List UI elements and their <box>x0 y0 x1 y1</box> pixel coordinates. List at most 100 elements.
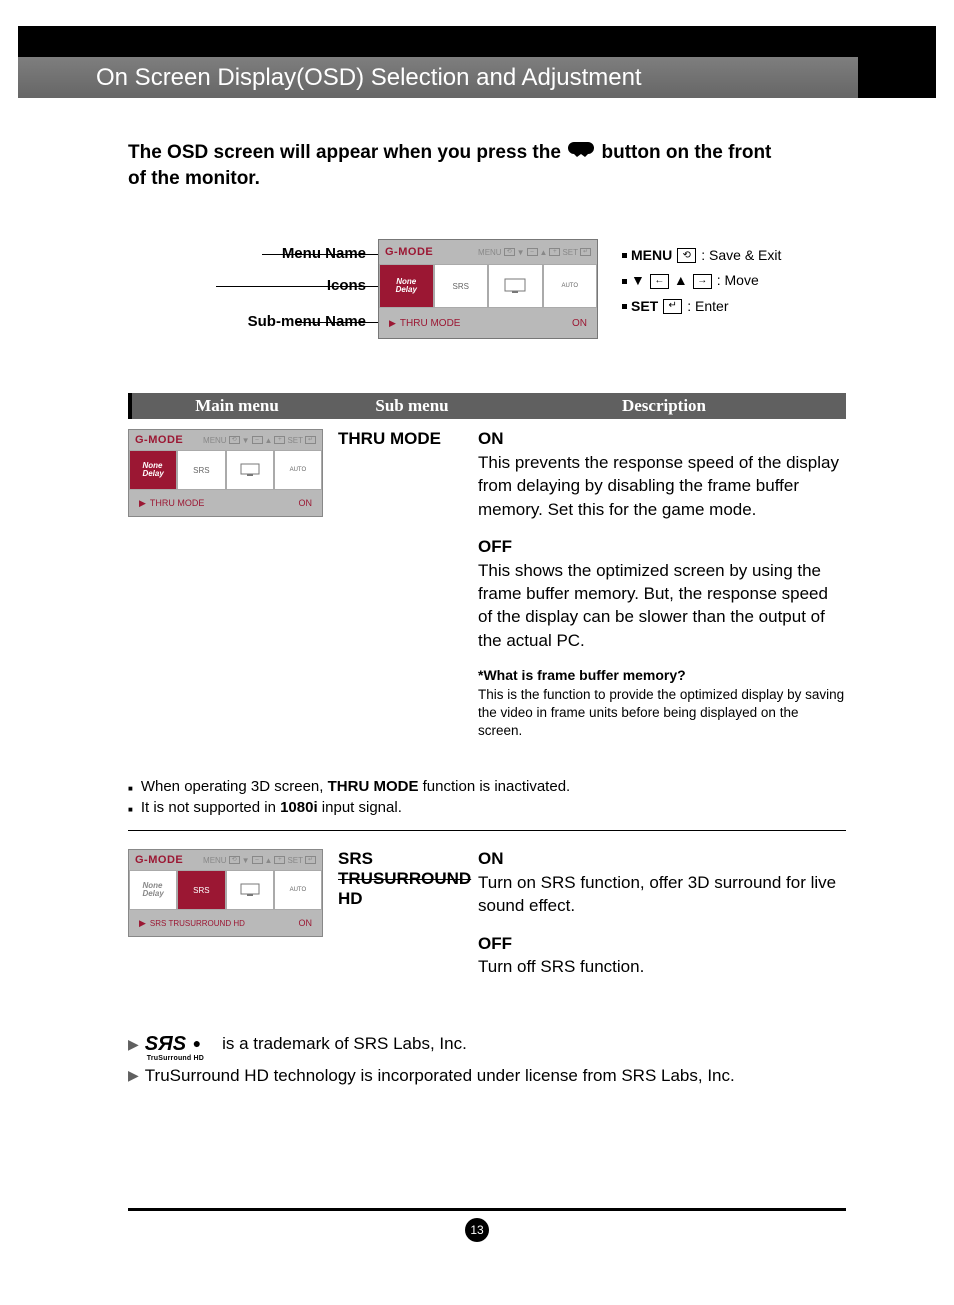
osd-menu-txt: MENU <box>478 248 502 257</box>
osd-gmode-label: G-MODE <box>385 246 433 258</box>
n2c: input signal. <box>318 799 402 816</box>
col-sub-srs: SRS TRUSURROUND HD <box>338 847 478 992</box>
bullet-icon <box>622 304 627 309</box>
osd-icon4-txt: AUTO <box>561 283 578 289</box>
bullet-icon <box>622 253 627 258</box>
th-main: Main menu <box>132 396 342 416</box>
srs-logo-icon: SЯS TruSurround HD <box>145 1033 216 1056</box>
osd-set-txt: SET <box>562 248 578 257</box>
col-main-srs: G-MODE MENU⟲▼–▲+SET↵ None Delay SRS AUTO… <box>128 847 338 992</box>
osd-icon-auto: AUTO <box>543 264 598 308</box>
osd-submenu-name: THRU MODE <box>400 318 461 329</box>
srs-ctrl: MENU⟲▼–▲+SET↵ <box>203 856 316 865</box>
osd-icon-srs: SRS <box>434 264 489 308</box>
intro-part3: of the monitor. <box>128 168 260 189</box>
srs-lbl2: TRUSURROUND <box>338 869 471 888</box>
triangle-icon: ▶ <box>128 1067 139 1084</box>
intro-text: The OSD screen will appear when you pres… <box>128 140 846 191</box>
n1b: THRU MODE <box>328 778 419 795</box>
srs-lbl3: HD <box>338 889 363 908</box>
thru-note-heading: *What is frame buffer memory? <box>478 667 686 683</box>
triangle-icon: ▶ <box>139 918 146 929</box>
srs-off-h: OFF <box>478 934 512 953</box>
osd-header: G-MODE MENU⟲ ▼– ▲+ SET↵ <box>379 240 597 264</box>
footnote-2: ▶ TruSurround HD technology is incorpora… <box>128 1066 846 1086</box>
legend-move: ▼ ← ▲ → : Move <box>622 268 781 293</box>
divider <box>128 830 846 831</box>
n1a: When operating 3D screen, <box>141 778 328 795</box>
page-number: 13 <box>465 1218 489 1242</box>
mini-ctrl: MENU⟲▼–▲+SET↵ <box>203 436 316 445</box>
srs-icon4: AUTO <box>290 887 307 893</box>
srs-set: SET <box>287 856 303 865</box>
mini-osd-thru: G-MODE MENU⟲▼–▲+SET↵ None Delay SRS AUTO… <box>128 429 323 517</box>
notes-list: When operating 3D screen, THRU MODE func… <box>128 778 846 816</box>
footnote-1-text: is a trademark of SRS Labs, Inc. <box>222 1034 467 1054</box>
osd-diagram: Menu Name Icons Sub-menu Name G-MODE MEN… <box>128 239 846 339</box>
table-header: Main menu Sub menu Description <box>128 393 846 419</box>
srs-on-h: ON <box>478 849 504 868</box>
mini-icon-nonedelay: None Delay <box>129 450 177 490</box>
srs-sub-name: SRS TRUSURROUND HD <box>150 919 245 928</box>
mini-osd-srs: G-MODE MENU⟲▼–▲+SET↵ None Delay SRS AUTO… <box>128 849 323 937</box>
srs-gmode: G-MODE <box>135 854 183 866</box>
triangle-icon: ▶ <box>139 498 146 509</box>
bullet-icon <box>622 279 627 284</box>
mini-set: SET <box>287 436 303 445</box>
n2a: It is not supported in <box>141 799 280 816</box>
th-sub: Sub menu <box>342 396 482 416</box>
triangle-icon: ▶ <box>128 1036 139 1053</box>
mini-icon-display <box>226 450 274 490</box>
page-title: On Screen Display(OSD) Selection and Adj… <box>96 64 642 92</box>
label-submenu-name: Sub-menu Name <box>166 313 366 330</box>
srs-icon-srs: SRS <box>177 870 225 910</box>
thru-off-body: This shows the optimized screen by using… <box>478 561 828 650</box>
row-srs: G-MODE MENU⟲▼–▲+SET↵ None Delay SRS AUTO… <box>128 847 846 992</box>
down-arrow-icon: ▼ <box>631 268 645 293</box>
srs-icon2: SRS <box>193 886 209 895</box>
content-area: The OSD screen will appear when you pres… <box>128 140 846 1096</box>
legend-menu: MENU ⟲ : Save & Exit <box>622 243 781 268</box>
up-arrow-icon: ▲ <box>674 268 688 293</box>
mini-icon2: SRS <box>193 466 209 475</box>
mini-icon1: None Delay <box>142 462 163 478</box>
srs-off-body: Turn off SRS function. <box>478 957 644 976</box>
legend: MENU ⟲ : Save & Exit ▼ ← ▲ → : Move SET … <box>622 243 781 319</box>
mini-menu: MENU <box>203 436 227 445</box>
srs-icon-auto: AUTO <box>274 870 322 910</box>
intro-part2: button on the front <box>601 142 771 163</box>
right-key-icon: → <box>693 274 712 289</box>
srs-sub-val: ON <box>299 918 313 928</box>
srs-icon-display <box>226 870 274 910</box>
legend-move-desc: : Move <box>717 268 759 293</box>
return-key-icon: ⟲ <box>677 248 696 263</box>
footnotes: ▶ SЯS TruSurround HD is a trademark of S… <box>128 1033 846 1086</box>
n2b: 1080i <box>280 799 318 816</box>
srs-icon-nonedelay: None Delay <box>129 870 177 910</box>
osd-header-controls: MENU⟲ ▼– ▲+ SET↵ <box>478 248 591 257</box>
col-desc-srs: ON Turn on SRS function, offer 3D surroun… <box>478 847 846 992</box>
srs-logo-main: SЯS <box>145 1033 186 1055</box>
osd-submenu-value: ON <box>572 318 587 329</box>
col-desc-thru: ONThis prevents the response speed of th… <box>478 427 846 754</box>
osd-icon2-txt: SRS <box>453 282 469 291</box>
srs-menu: MENU <box>203 856 227 865</box>
thru-off-heading: OFF <box>478 537 512 556</box>
enter-key-icon: ↵ <box>663 299 682 314</box>
th-desc: Description <box>482 396 846 416</box>
n1c: function is inactivated. <box>418 778 570 795</box>
thru-on-body: This prevents the response speed of the … <box>478 453 839 519</box>
footnote-1: ▶ SЯS TruSurround HD is a trademark of S… <box>128 1033 846 1056</box>
footnote-2-text: TruSurround HD technology is incorporate… <box>145 1066 735 1086</box>
note-1: When operating 3D screen, THRU MODE func… <box>128 778 846 795</box>
srs-logo-sub: TruSurround HD <box>147 1055 204 1062</box>
row-thru-mode: G-MODE MENU⟲▼–▲+SET↵ None Delay SRS AUTO… <box>128 427 846 754</box>
mini-icon-auto: AUTO <box>274 450 322 490</box>
note-2: It is not supported in 1080i input signa… <box>128 799 846 816</box>
osd-icon1-txt: None Delay <box>396 278 417 294</box>
mini-icon4: AUTO <box>290 467 307 473</box>
bottom-rule <box>128 1208 846 1211</box>
label-icons: Icons <box>166 277 366 294</box>
srs-on-body: Turn on SRS function, offer 3D surround … <box>478 873 836 915</box>
triangle-icon: ▶ <box>389 318 396 329</box>
